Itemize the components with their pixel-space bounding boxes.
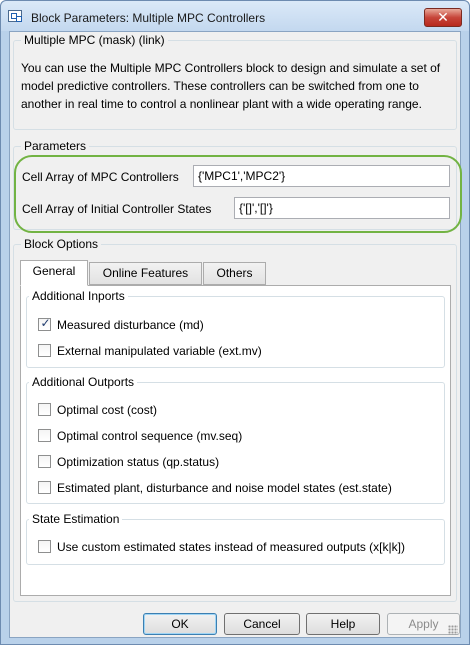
additional-outports-label: Additional Outports [29,375,138,389]
window-title: Block Parameters: Multiple MPC Controlle… [31,11,266,25]
state-estimation-group: State Estimation Use custom estimated st… [26,512,445,565]
controllers-label: Cell Array of MPC Controllers [22,170,179,184]
initial-states-field[interactable]: {'[]','[]'} [234,197,450,219]
close-button[interactable]: ✕ [424,8,462,27]
checkbox-box[interactable] [38,455,51,468]
checkbox-box[interactable] [38,540,51,553]
mask-description-text: You can use the Multiple MPC Controllers… [21,61,441,111]
checkbox-box[interactable] [38,344,51,357]
additional-inports-label: Additional Inports [29,289,128,303]
state-estimation-label: State Estimation [29,512,123,526]
dialog-window: Block Parameters: Multiple MPC Controlle… [0,0,470,645]
checkmark-icon: ✓ [40,316,51,330]
additional-outports-group: Additional Outports Optimal cost (cost) … [26,375,445,504]
general-tab-panel: Additional Inports ✓ Measured disturbanc… [20,285,451,596]
checkbox-label: External manipulated variable (ext.mv) [57,344,262,358]
simulink-block-icon [8,10,22,22]
checkbox-label: Measured disturbance (md) [57,318,204,332]
block-options-group-label: Block Options [21,237,102,251]
title-bar[interactable]: Block Parameters: Multiple MPC Controlle… [1,1,469,31]
checkbox-box[interactable] [38,429,51,442]
mask-group-label: Multiple MPC (mask) (link) [21,33,168,47]
checkbox-box[interactable] [38,481,51,494]
additional-inports-group: Additional Inports ✓ Measured disturbanc… [26,289,445,368]
dialog-client-area: Multiple MPC (mask) (link) You can use t… [9,31,462,638]
resize-grip-icon[interactable] [448,625,458,635]
checkbox-label: Optimal cost (cost) [57,403,158,417]
tab-others[interactable]: Others [203,262,266,285]
checkbox-label: Estimated plant, disturbance and noise m… [57,481,392,495]
checkbox-label: Optimal control sequence (mv.seq) [57,429,243,443]
cancel-button[interactable]: Cancel [224,613,300,635]
tab-online-features[interactable]: Online Features [89,262,202,285]
help-button[interactable]: Help [306,613,380,635]
initial-states-label: Cell Array of Initial Controller States [22,202,212,216]
checkbox-box[interactable]: ✓ [38,316,51,331]
parameters-group-label: Parameters [21,139,90,153]
checkbox-label: Optimization status (qp.status) [57,455,220,469]
tab-general[interactable]: General [20,260,88,286]
controllers-field[interactable]: {'MPC1','MPC2'} [193,165,450,187]
checkbox-box[interactable] [38,403,51,416]
checkbox-label: Use custom estimated states instead of m… [57,540,405,554]
ok-button[interactable]: OK [143,613,217,635]
